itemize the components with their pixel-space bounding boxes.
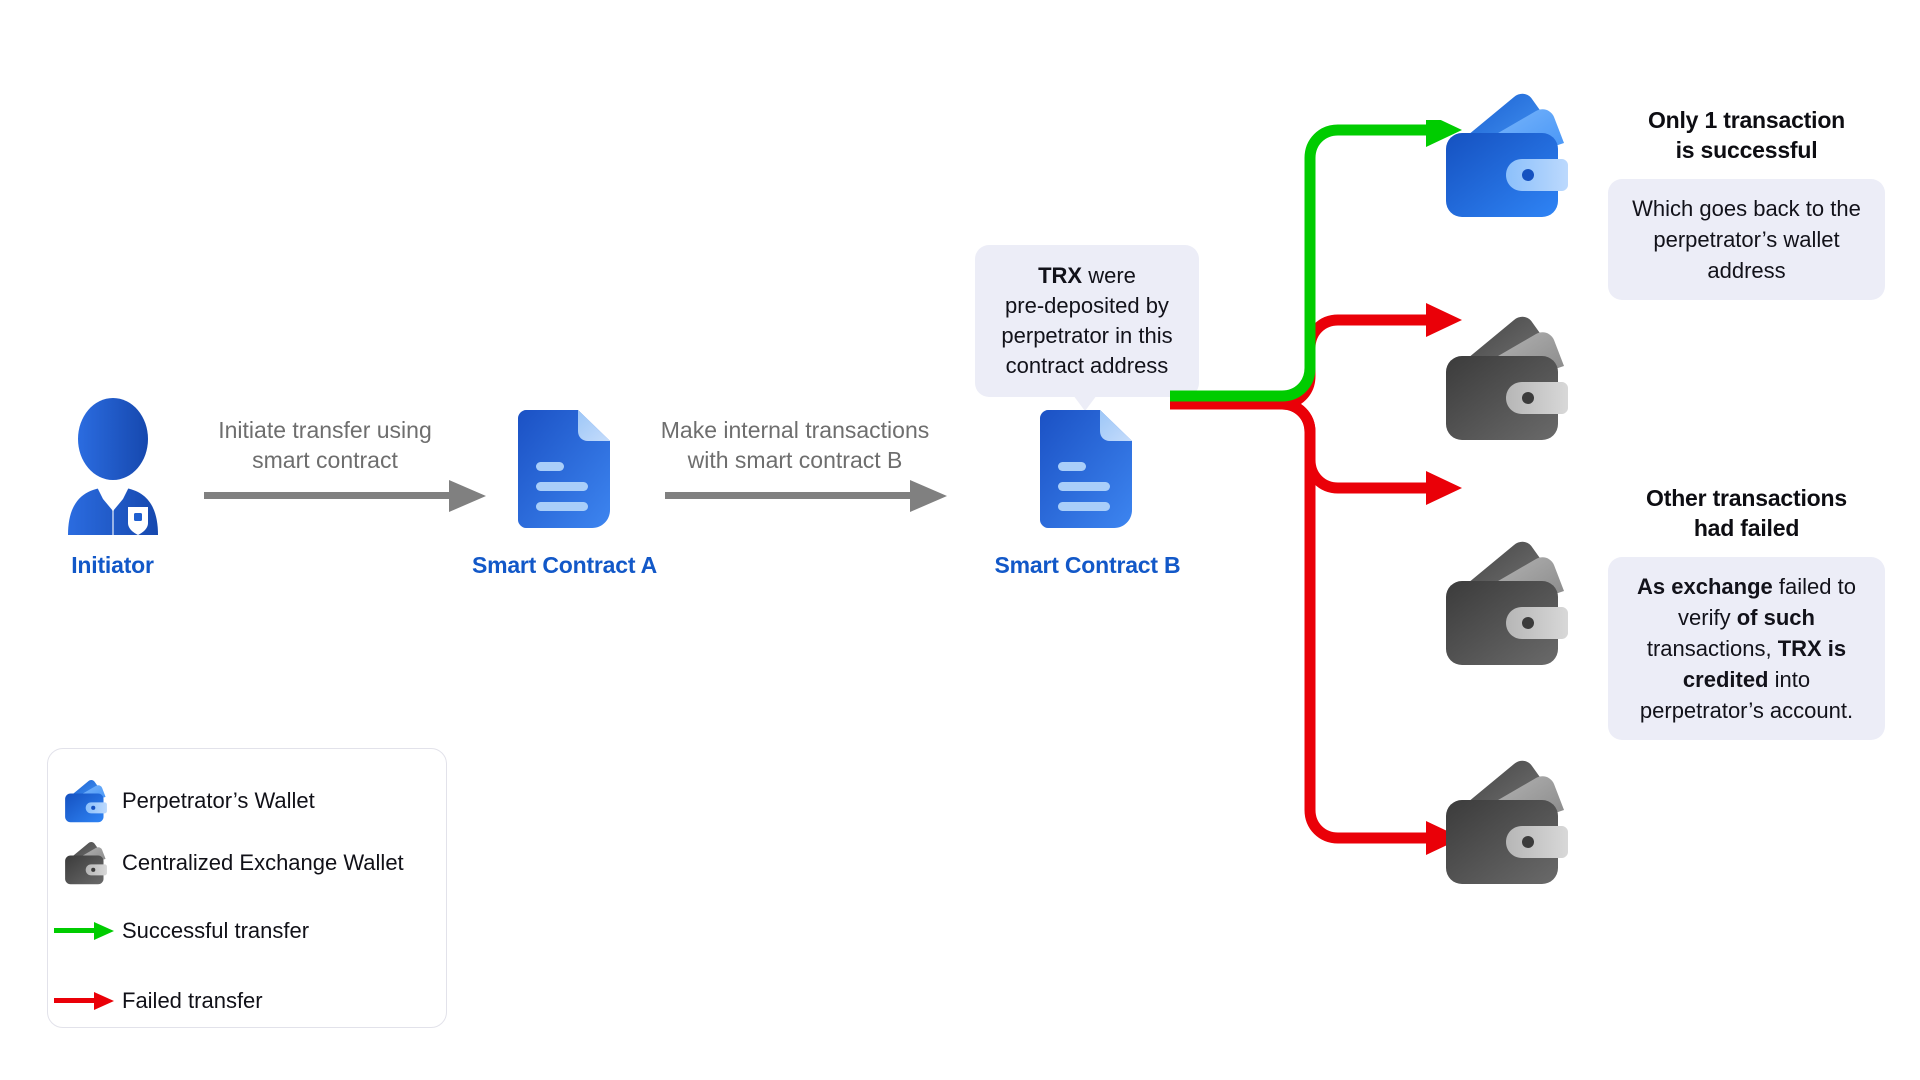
wallet-grey-icon	[1446, 316, 1568, 440]
callout-line-1-rest: were	[1082, 263, 1136, 288]
wallet-grey-icon	[65, 842, 107, 885]
node-initiator-label: Initiator	[71, 552, 154, 578]
callout-bubble-text: TRX were pre-deposited by perpetrator in…	[975, 245, 1199, 397]
arrow-right-grey-icon	[665, 480, 947, 512]
legend-icon-wallet-grey	[48, 839, 122, 887]
annotation-failed-seg-1: As exchange	[1637, 574, 1773, 599]
arrow-failed-2-path	[1170, 398, 1432, 494]
wallet-grey-icon	[1446, 760, 1568, 884]
step-2-line-1: Make internal transactions	[660, 417, 930, 443]
arrow-failed-3-path	[1170, 398, 1432, 844]
callout-bubble: TRX were pre-deposited by perpetrator in…	[975, 245, 1199, 411]
legend-icon-arrow-green	[48, 919, 122, 943]
wallet-4[interactable]	[1440, 752, 1568, 897]
annotation-success-title-line-1: Only 1 transaction	[1647, 107, 1846, 133]
legend-icon-wallet-blue	[48, 777, 122, 825]
annotation-success-body-line-3: address	[1707, 258, 1786, 283]
legend-item-success-transfer: Successful transfer	[48, 905, 446, 957]
wallet-blue-icon	[1446, 93, 1568, 217]
legend-item-failed-transfer: Failed transfer	[48, 975, 446, 1027]
branch-arrows	[1170, 120, 1462, 855]
step-2-label: Make internal transactions with smart co…	[645, 415, 945, 475]
callout-bubble-tail	[1070, 391, 1100, 411]
annotation-failed-title-line-1: Other transactions	[1646, 485, 1847, 511]
annotation-failed-seg-4: transactions,	[1646, 636, 1778, 661]
callout-line-1: TRX were	[993, 261, 1181, 291]
legend-icon-arrow-red	[48, 989, 122, 1013]
annotation-success-body-line-1: Which goes back to the	[1632, 196, 1861, 221]
legend-panel: Perpetrator’s Wallet Centralized Exchang…	[47, 748, 447, 1028]
annotation-success-title: Only 1 transaction is successful	[1608, 105, 1885, 165]
annotation-success-body-line-2: perpetrator’s wallet	[1653, 227, 1840, 252]
step-1-label: Initiate transfer using smart contract	[185, 415, 465, 475]
wallet-grey-icon	[1446, 541, 1568, 665]
annotation-failed-seg-3: of such	[1736, 605, 1815, 630]
legend-item-exchange-wallet: Centralized Exchange Wallet	[48, 837, 446, 889]
callout-line-3: perpetrator in this	[1001, 323, 1173, 348]
step-1-line-2: smart contract	[252, 447, 398, 473]
arrow-success-path	[1170, 124, 1432, 402]
wallet-1[interactable]	[1440, 85, 1568, 230]
annotation-success-body: Which goes back to the perpetrator’s wal…	[1608, 179, 1885, 300]
step-1-line-1: Initiate transfer using	[218, 417, 432, 443]
step-1-arrow	[204, 475, 486, 524]
wallet-blue-icon	[65, 780, 107, 823]
arrow-right-grey-icon	[204, 480, 486, 512]
node-contract-a-label: Smart Contract A	[471, 552, 658, 578]
annotation-failed-title-line-2: had failed	[1693, 515, 1800, 541]
annotation-failed-body: As exchange failed to verify of such tra…	[1608, 557, 1885, 740]
node-contract-b-label: Smart Contract B	[994, 552, 1181, 578]
callout-line-4: contract address	[1005, 353, 1169, 378]
legend-label-success-transfer: Successful transfer	[122, 918, 310, 943]
legend-label-perpetrator-wallet: Perpetrator’s Wallet	[122, 788, 315, 813]
callout-line-2: pre-deposited by	[1005, 293, 1169, 318]
legend-label-exchange-wallet: Centralized Exchange Wallet	[122, 850, 404, 875]
node-initiator[interactable]	[58, 395, 168, 540]
legend-label-failed-transfer: Failed transfer	[122, 988, 263, 1013]
callout-line-1-bold: TRX	[1038, 263, 1083, 288]
annotation-success-title-line-2: is successful	[1675, 137, 1818, 163]
annotation-failed-title: Other transactions had failed	[1608, 483, 1885, 543]
arrow-green-icon	[54, 922, 114, 940]
arrow-red-icon	[54, 992, 114, 1010]
wallet-2[interactable]	[1440, 308, 1568, 453]
person-icon	[68, 398, 158, 535]
document-icon	[1040, 410, 1132, 528]
node-contract-a[interactable]	[518, 410, 610, 533]
legend-item-perpetrator-wallet: Perpetrator’s Wallet	[48, 775, 446, 827]
arrow-failed-2-head	[1426, 471, 1462, 505]
wallet-3[interactable]	[1440, 533, 1568, 678]
document-icon	[518, 410, 610, 528]
step-2-arrow	[665, 475, 947, 524]
annotation-failed: Other transactions had failed As exchang…	[1608, 483, 1885, 740]
diagram-canvas: Initiator Initiate transfer using smart …	[0, 0, 1920, 1080]
annotation-success: Only 1 transaction is successful Which g…	[1608, 105, 1885, 300]
node-contract-b[interactable]	[1040, 410, 1132, 533]
step-2-line-2: with smart contract B	[687, 447, 903, 473]
